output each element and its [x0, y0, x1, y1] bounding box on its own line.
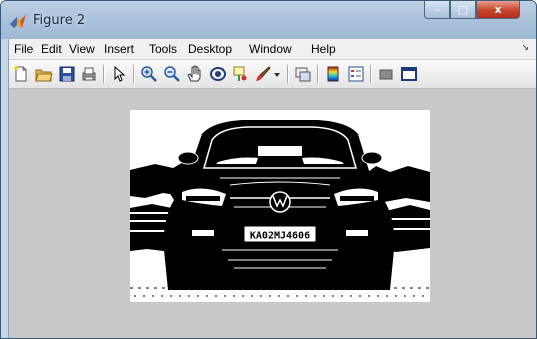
colorbar-icon[interactable] — [324, 65, 342, 83]
menu-tools[interactable]: Tools — [149, 42, 177, 56]
figure-client-area: File Edit View Insert Tools Desktop Wind… — [8, 39, 536, 338]
toolbar-separator — [287, 65, 289, 83]
license-plate-text: KA02MJ4606 — [250, 231, 310, 242]
maximize-button[interactable]: □ — [450, 1, 476, 19]
figure-window: Figure 2 – □ x File Edit View Insert Too… — [0, 0, 537, 339]
toolbar-separator — [370, 65, 372, 83]
new-figure-icon[interactable] — [12, 65, 30, 83]
print-icon[interactable] — [80, 65, 98, 83]
open-file-icon[interactable] — [35, 65, 53, 83]
toolbar-separator — [103, 65, 105, 83]
zoom-in-icon[interactable] — [140, 65, 158, 83]
title-bar[interactable]: Figure 2 – □ x — [1, 1, 536, 39]
show-plot-tools-icon[interactable] — [400, 65, 418, 83]
link-plot-icon[interactable] — [294, 65, 312, 83]
brush-icon[interactable] — [254, 65, 272, 83]
menu-file[interactable]: File — [14, 42, 33, 56]
menu-edit[interactable]: Edit — [41, 42, 62, 56]
close-button[interactable]: x — [476, 1, 520, 19]
menu-help[interactable]: Help — [311, 42, 336, 56]
menu-insert[interactable]: Insert — [104, 42, 134, 56]
toolbar-separator — [133, 65, 135, 83]
figure-canvas: KA02MJ4606 — [9, 89, 536, 338]
window-title: Figure 2 — [33, 13, 86, 28]
rotate-3d-icon[interactable] — [209, 65, 227, 83]
binary-car-image: KA02MJ4606 — [130, 110, 430, 302]
pointer-icon[interactable] — [110, 65, 128, 83]
zoom-out-icon[interactable] — [163, 65, 181, 83]
minimize-button[interactable]: – — [424, 1, 450, 19]
save-icon[interactable] — [58, 65, 76, 83]
hide-plot-tools-icon[interactable] — [377, 65, 395, 83]
menu-desktop[interactable]: Desktop — [188, 42, 232, 56]
pan-hand-icon[interactable] — [186, 65, 204, 83]
figure-toolbar — [9, 60, 536, 89]
menu-view[interactable]: View — [69, 42, 95, 56]
data-cursor-icon[interactable] — [232, 65, 250, 83]
menu-overflow-icon[interactable]: ↘ — [521, 43, 529, 53]
toolbar-separator — [317, 65, 319, 83]
dropdown-icon[interactable] — [272, 65, 282, 83]
matlab-logo-icon — [10, 14, 26, 28]
legend-icon[interactable] — [347, 65, 365, 83]
menu-bar: File Edit View Insert Tools Desktop Wind… — [9, 39, 536, 60]
menu-window[interactable]: Window — [249, 42, 292, 56]
car-image-graphic: KA02MJ4606 — [130, 110, 430, 302]
